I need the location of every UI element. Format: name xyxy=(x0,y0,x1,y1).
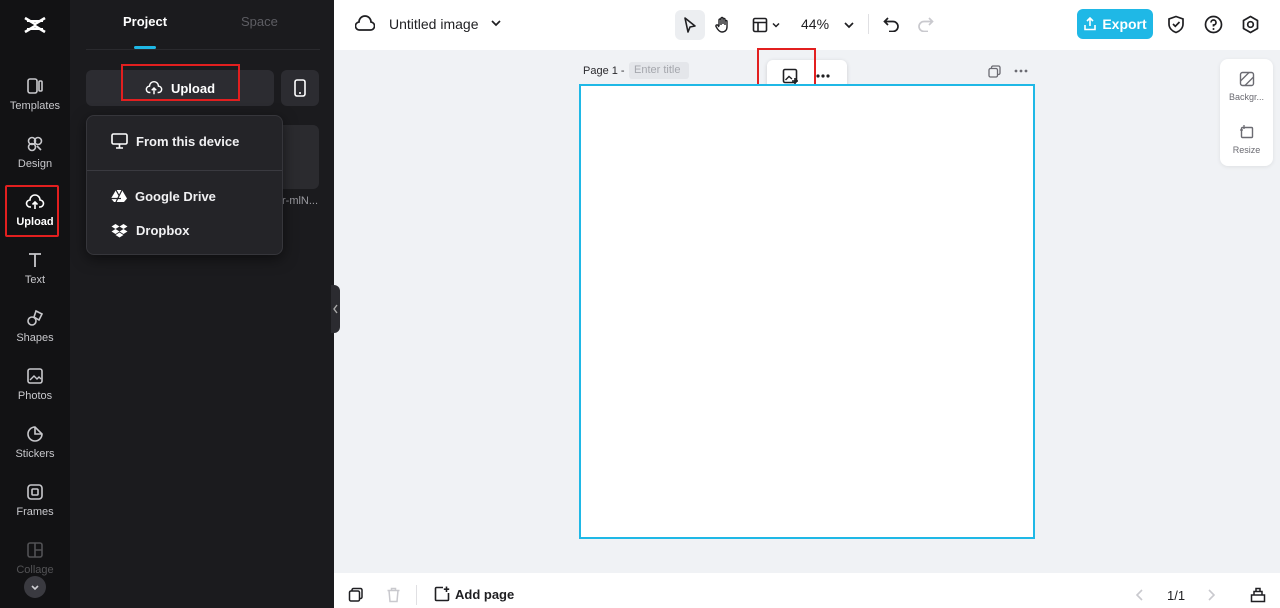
hand-icon xyxy=(715,16,728,33)
sidebar-item-label: Collage xyxy=(16,564,54,576)
tab-project[interactable]: Project xyxy=(123,14,167,29)
more-options-icon[interactable] xyxy=(816,74,830,78)
chevron-right-icon[interactable] xyxy=(1206,589,1216,601)
add-page-button[interactable]: Add page xyxy=(434,586,514,602)
menu-item-label: Dropbox xyxy=(136,222,190,238)
monitor-icon xyxy=(111,133,128,149)
toolbar-divider xyxy=(868,14,869,34)
menu-item-label: Google Drive xyxy=(135,188,216,204)
sidebar-item-label: Shapes xyxy=(16,332,54,344)
undo-icon[interactable] xyxy=(883,16,900,32)
photos-icon xyxy=(27,368,43,384)
chevron-down-icon xyxy=(31,585,39,591)
chevron-left-icon xyxy=(333,304,338,314)
upload-source-menu: From this device Google Drive Dropbox xyxy=(86,115,283,255)
sidebar-item-shapes[interactable]: Shapes xyxy=(0,308,70,360)
export-icon xyxy=(1084,17,1097,31)
export-button[interactable]: Export xyxy=(1077,9,1153,39)
sidebar-item-label: Photos xyxy=(17,390,53,402)
capcut-logo xyxy=(24,16,46,34)
menu-item-from-this-device[interactable]: From this device xyxy=(87,127,282,155)
add-page-label: Add page xyxy=(455,586,515,602)
tab-divider xyxy=(86,49,320,50)
menu-item-dropbox[interactable]: Dropbox xyxy=(87,216,282,244)
rail-scroll-button[interactable] xyxy=(24,576,46,598)
phone-icon xyxy=(294,79,306,97)
redo-icon[interactable] xyxy=(917,16,934,32)
side-tool-label: Resize xyxy=(1232,145,1261,155)
background-tool[interactable]: Backgr... xyxy=(1220,71,1273,102)
left-rail: Templates Design Upload Text Shapes Phot… xyxy=(0,0,70,608)
duplicate-page-icon[interactable] xyxy=(988,65,1001,78)
page-label: Page 1 - xyxy=(583,65,625,77)
menu-item-label: From this device xyxy=(136,133,240,149)
shield-icon[interactable] xyxy=(1167,15,1185,34)
chevron-left-icon[interactable] xyxy=(1135,589,1145,601)
sidebar-item-label: Text xyxy=(24,274,46,286)
delete-icon[interactable] xyxy=(386,587,401,603)
sidebar-item-label: Templates xyxy=(9,100,61,112)
hand-tool-button[interactable] xyxy=(708,10,738,40)
design-icon xyxy=(27,136,43,152)
page-manager-icon[interactable] xyxy=(1250,587,1266,603)
upload-panel: Project Space Upload r-mlN... From this … xyxy=(70,0,334,608)
frames-icon xyxy=(27,484,43,500)
top-toolbar: Untitled image 44% Export xyxy=(334,0,1280,50)
chevron-down-icon[interactable] xyxy=(843,19,855,31)
help-icon[interactable] xyxy=(1204,15,1223,34)
page-title-input[interactable]: Enter title xyxy=(629,62,689,79)
sidebar-item-label: Stickers xyxy=(15,448,55,460)
cursor-arrow-icon xyxy=(684,17,696,33)
canvas-page[interactable] xyxy=(579,84,1035,539)
document-title[interactable]: Untitled image xyxy=(389,16,479,32)
right-tools-panel: Backgr... Resize xyxy=(1220,59,1273,166)
export-button-label: Export xyxy=(1102,16,1147,32)
background-icon xyxy=(1239,71,1254,87)
templates-icon xyxy=(27,78,43,94)
page-more-icon[interactable] xyxy=(1014,64,1028,78)
resize-tool[interactable]: Resize xyxy=(1220,124,1273,155)
upload-highlight-box xyxy=(5,185,59,237)
sidebar-item-text[interactable]: Text xyxy=(0,250,70,302)
sidebar-item-stickers[interactable]: Stickers xyxy=(0,424,70,476)
settings-icon[interactable] xyxy=(1241,15,1260,34)
sidebar-item-label: Design xyxy=(17,158,53,170)
collage-icon xyxy=(27,542,43,558)
sidebar-item-templates[interactable]: Templates xyxy=(0,76,70,128)
page-counter: 1/1 xyxy=(1167,588,1186,603)
stickers-icon xyxy=(27,426,43,442)
chevron-down-icon[interactable] xyxy=(490,17,502,29)
sidebar-item-label: Frames xyxy=(16,506,54,518)
sidebar-item-design[interactable]: Design xyxy=(0,134,70,186)
menu-item-google-drive[interactable]: Google Drive xyxy=(87,182,282,210)
zoom-level[interactable]: 44% xyxy=(801,16,829,32)
upload-from-phone-button[interactable] xyxy=(281,70,319,106)
tab-space[interactable]: Space xyxy=(241,14,278,29)
layout-icon xyxy=(752,17,767,33)
add-page-icon xyxy=(434,586,450,602)
chevron-down-icon xyxy=(771,22,780,28)
google-drive-icon xyxy=(111,189,127,203)
panel-collapse-handle[interactable] xyxy=(331,285,340,333)
sidebar-item-frames[interactable]: Frames xyxy=(0,482,70,534)
layout-menu-button[interactable] xyxy=(746,10,786,40)
cloud-save-icon[interactable] xyxy=(355,15,375,33)
bottom-bar: Add page 1/1 xyxy=(334,573,1280,608)
side-tool-label: Backgr... xyxy=(1228,92,1264,102)
menu-divider xyxy=(87,170,282,171)
dropbox-icon xyxy=(111,223,128,237)
resize-icon xyxy=(1239,125,1253,139)
layers-icon[interactable] xyxy=(348,587,364,603)
text-icon xyxy=(29,253,41,267)
sidebar-item-photos[interactable]: Photos xyxy=(0,366,70,418)
media-item-caption: r-mlN... xyxy=(282,195,319,207)
bottom-divider xyxy=(416,585,417,605)
upload-button-highlight-box xyxy=(121,64,240,101)
select-tool-button[interactable] xyxy=(675,10,705,40)
shapes-icon xyxy=(27,309,44,326)
